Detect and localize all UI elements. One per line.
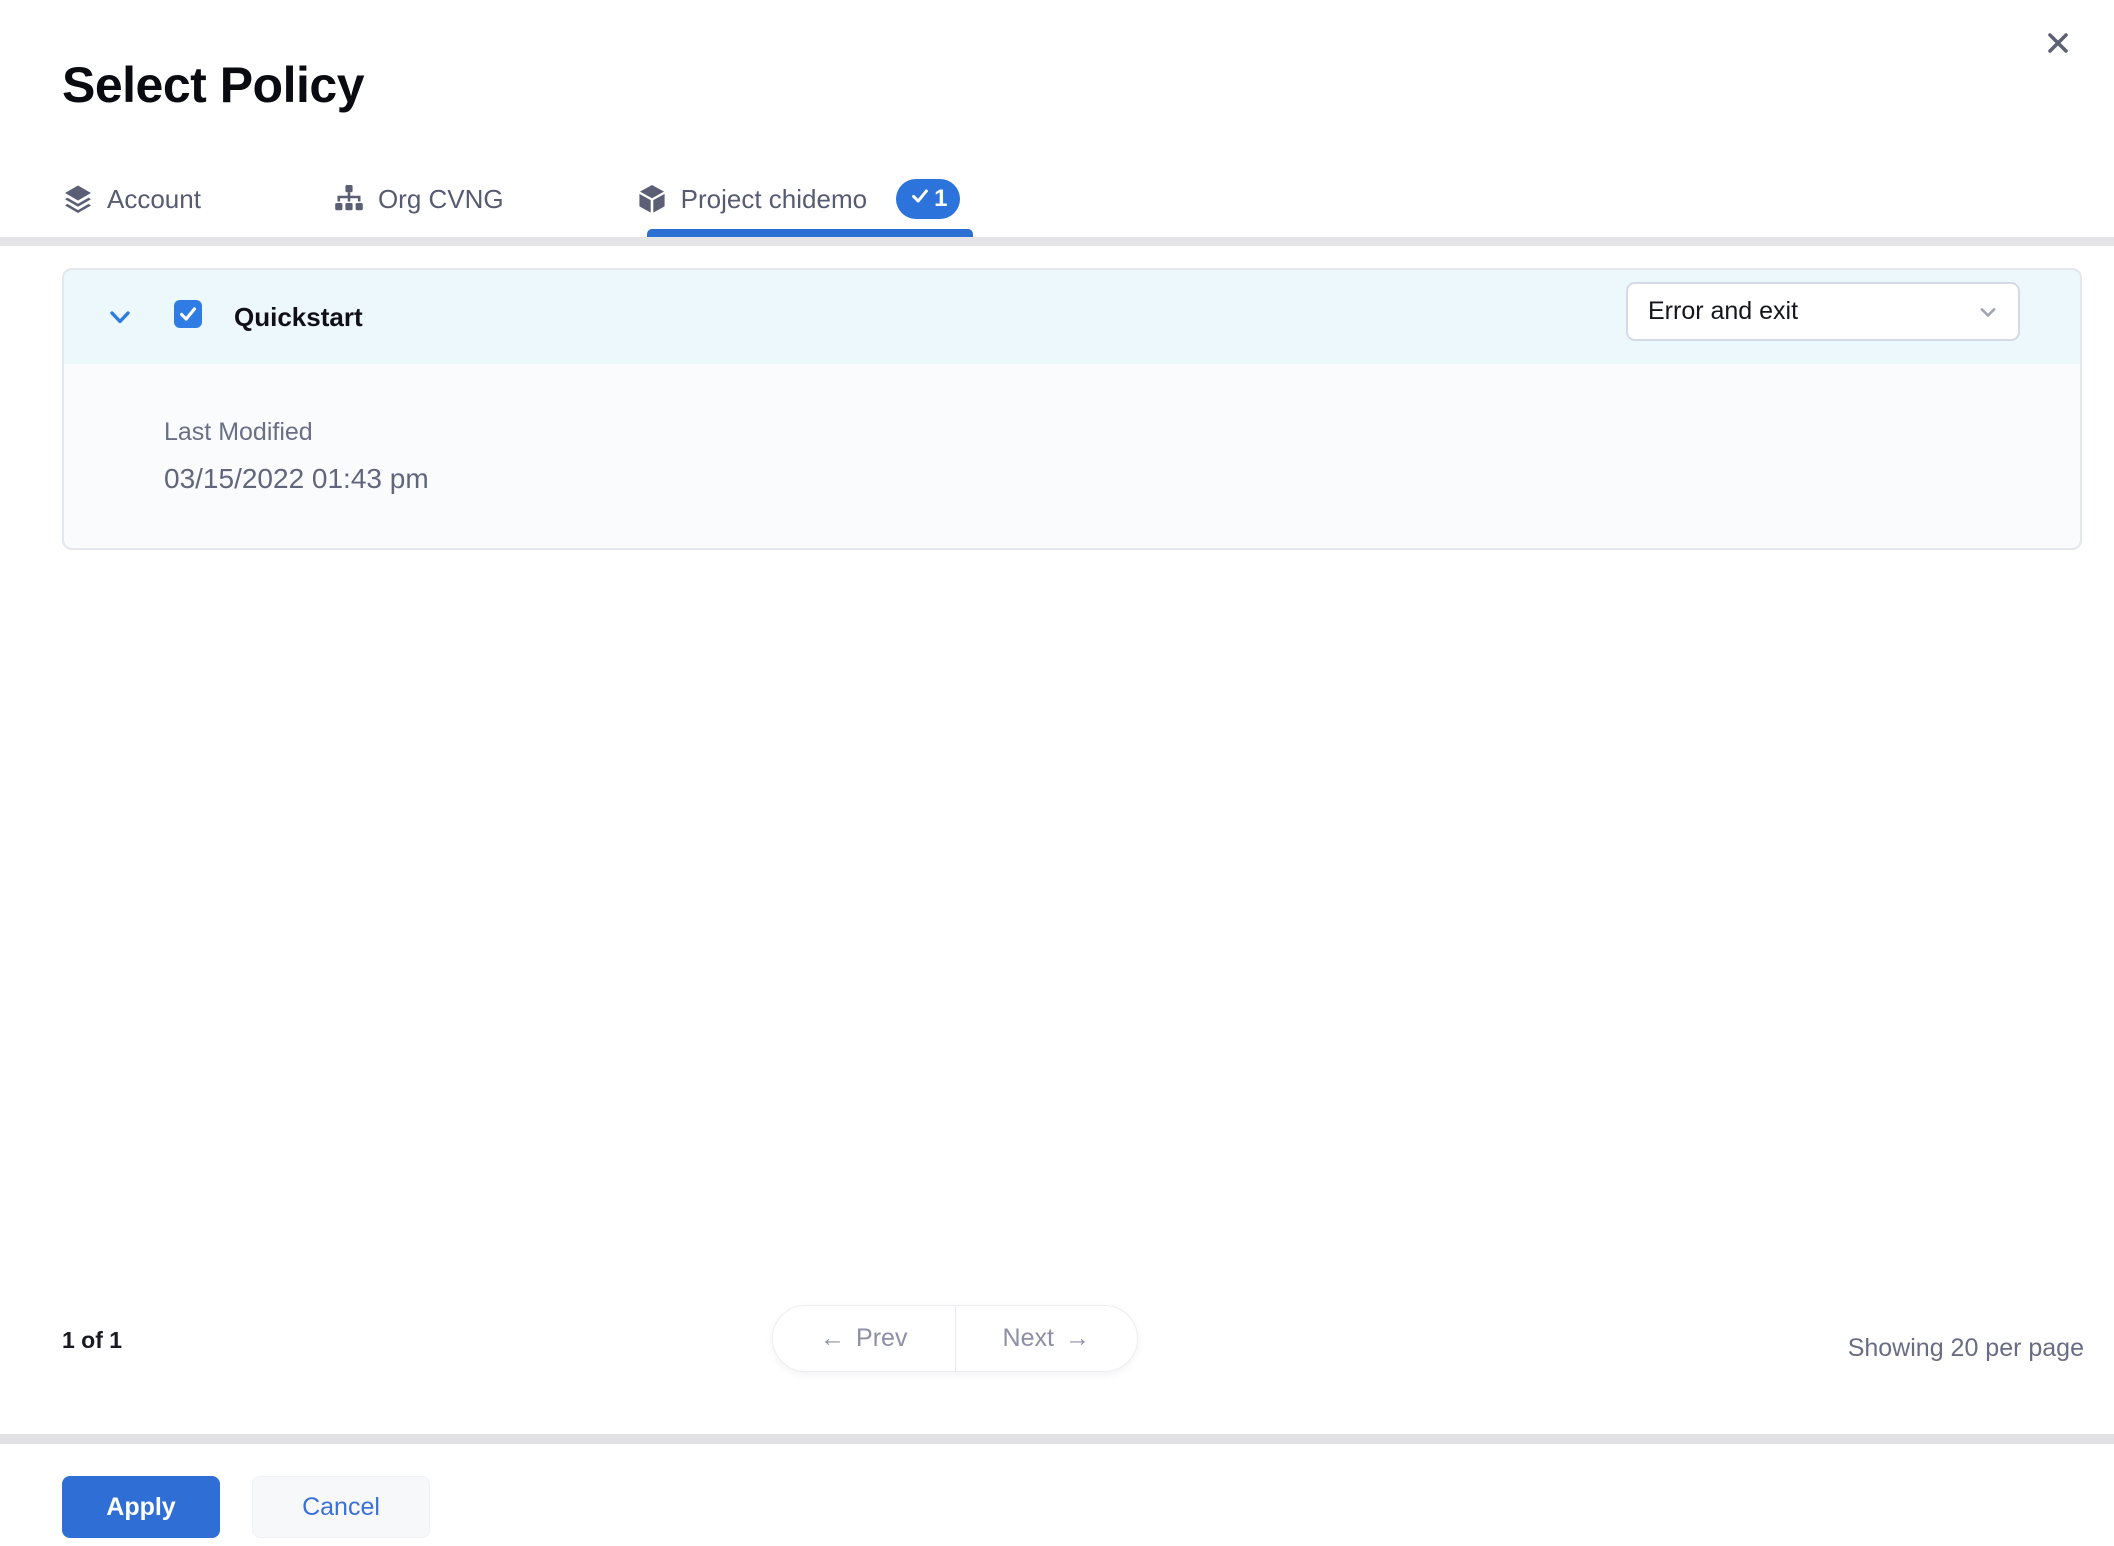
active-tab-underline — [647, 229, 973, 237]
policy-details: Last Modified 03/15/2022 01:43 pm — [64, 364, 2080, 495]
on-failure-select[interactable]: Error and exit — [1626, 282, 2020, 341]
tab-label: Account — [107, 183, 201, 214]
select-policy-dialog: Select Policy Account Org CVNG Project c… — [0, 0, 2114, 1546]
arrow-left-icon: ← — [820, 1324, 846, 1352]
next-label: Next — [1002, 1324, 1054, 1352]
arrow-right-icon: → — [1064, 1324, 1090, 1352]
selected-count-badge: 1 — [896, 179, 961, 219]
policy-row[interactable]: Quickstart Error and exit — [64, 270, 2080, 364]
tab-label: Project chidemo — [680, 183, 868, 214]
prev-label: Prev — [856, 1324, 908, 1352]
tabs-divider — [0, 237, 2114, 246]
apply-button[interactable]: Apply — [62, 1476, 220, 1538]
pager: ← Prev Next → — [772, 1305, 1138, 1372]
last-modified-value: 03/15/2022 01:43 pm — [164, 463, 429, 494]
prev-page-button[interactable]: ← Prev — [773, 1306, 956, 1371]
select-value: Error and exit — [1648, 297, 1799, 325]
org-chart-icon — [333, 183, 365, 215]
scope-tabs: Account Org CVNG Project chidemo 1 — [62, 168, 961, 230]
page-info: 1 of 1 — [62, 1327, 123, 1353]
close-icon — [2038, 32, 2078, 66]
footer-divider — [0, 1434, 2114, 1444]
cancel-button[interactable]: Cancel — [252, 1476, 430, 1538]
tab-account[interactable]: Account — [62, 183, 201, 215]
next-page-button[interactable]: Next → — [956, 1306, 1138, 1371]
policy-name: Quickstart — [234, 301, 363, 332]
per-page-info: Showing 20 per page — [1847, 1334, 2084, 1362]
chevron-down-icon — [1974, 298, 2002, 326]
close-button[interactable] — [2036, 22, 2080, 66]
cube-icon — [636, 183, 668, 215]
check-icon — [909, 185, 931, 214]
tab-org-cvng[interactable]: Org CVNG — [333, 183, 504, 215]
last-modified-label: Last Modified — [164, 418, 313, 446]
tab-project-chidemo[interactable]: Project chidemo 1 — [636, 179, 961, 219]
layers-icon — [62, 183, 94, 215]
badge-count: 1 — [934, 185, 948, 212]
tab-label: Org CVNG — [377, 183, 504, 214]
chevron-down-icon[interactable] — [104, 301, 136, 333]
policy-card: Quickstart Error and exit Last Modified … — [62, 268, 2082, 550]
dialog-title: Select Policy — [62, 57, 365, 113]
policy-checkbox[interactable] — [174, 300, 202, 328]
